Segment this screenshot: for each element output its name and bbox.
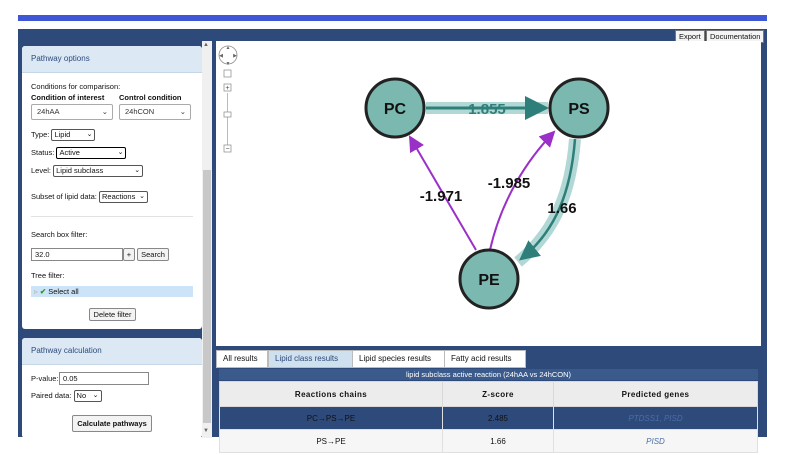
pvalue-label: P-value: (31, 374, 59, 383)
pathway-graph[interactable]: ▲ ▼ ◀ ▶ + − 1.855 1.66 -1.971 -1.985 PC (216, 41, 761, 346)
svg-text:▲: ▲ (226, 45, 231, 51)
subset-label: Subset of lipid data: (31, 191, 97, 201)
conditions-label: Conditions for comparison: (31, 82, 121, 91)
subset-value: Reactions (101, 192, 136, 201)
tree-item-select-all[interactable]: ▹ ✔ Select all (31, 286, 193, 297)
chevron-down-icon: ⌄ (86, 131, 93, 138)
interest-label: Condition of interest (31, 93, 105, 102)
tree-filter-label: Tree filter: (31, 271, 65, 280)
tab-lipid-class-results[interactable]: Lipid class results (268, 350, 354, 368)
add-button[interactable]: + (123, 248, 135, 261)
divider (31, 216, 193, 217)
cell-genes[interactable]: PTDSS1, PISD (553, 406, 758, 430)
type-select[interactable]: Lipid ⌄ (51, 129, 96, 141)
pathway-options-title: Pathway options (22, 46, 202, 73)
pathway-calculation-panel: Pathway calculation P-value: 0.05 Paired… (22, 338, 202, 438)
svg-text:▶: ▶ (233, 53, 237, 59)
type-value: Lipid (54, 130, 71, 139)
status-row: Status: Active ⌄ (31, 147, 127, 159)
level-label: Level: (31, 165, 52, 175)
paired-row: Paired data: No ⌄ (31, 390, 102, 402)
type-row: Type: Lipid ⌄ (31, 129, 96, 141)
interest-value: 24hAA (37, 107, 60, 116)
edge-label-pe-ps: -1.985 (488, 175, 531, 192)
cell-chain: PC→PS→PE (219, 406, 443, 430)
status-select[interactable]: Active ⌄ (56, 147, 127, 159)
type-label: Type: (31, 129, 50, 139)
search-button[interactable]: Search (137, 248, 169, 261)
column-header-zscore[interactable]: Z-score (442, 381, 554, 407)
level-value: Lipid subclass (56, 166, 104, 175)
fit-icon[interactable] (223, 69, 232, 78)
chevron-down-icon: ⌄ (179, 107, 186, 116)
node-pe-label: PE (478, 272, 500, 289)
chevron-down-icon: ⌄ (92, 392, 99, 399)
control-value: 24hCON (125, 107, 155, 116)
zoom-slider-handle[interactable] (223, 111, 232, 118)
tab-fatty-acid-results[interactable]: Fatty acid results (444, 350, 526, 368)
node-pe[interactable]: PE (458, 248, 520, 310)
edge-label-pe-pc: -1.971 (420, 188, 463, 205)
chevron-down-icon: ⌄ (101, 107, 108, 116)
table-caption: lipid subclass active reaction (24hAA vs… (219, 369, 758, 380)
delete-filter-button[interactable]: Delete filter (89, 308, 136, 321)
paired-select[interactable]: No ⌄ (73, 390, 102, 402)
scroll-up-icon[interactable]: ▲ (203, 42, 209, 48)
expand-icon[interactable]: ▹ (34, 287, 38, 296)
status-value: Active (59, 148, 80, 157)
tree-item-label: Select all (48, 287, 79, 296)
cell-genes[interactable]: PISD (553, 429, 758, 453)
cell-chain: PS→PE (219, 429, 443, 453)
chevron-down-icon: ⌄ (134, 167, 141, 174)
table-row[interactable]: PS→PE 1.66 PISD (219, 429, 758, 453)
level-row: Level: Lipid subclass ⌄ (31, 165, 144, 177)
svg-text:▼: ▼ (226, 61, 231, 67)
cell-zscore: 2.485 (442, 406, 554, 430)
search-label: Search box filter: (31, 230, 88, 239)
pathway-options-panel: Pathway options Conditions for compariso… (22, 46, 202, 329)
column-header-genes[interactable]: Predicted genes (553, 381, 758, 407)
node-pc[interactable]: PC (364, 77, 426, 139)
control-label: Control condition (119, 93, 182, 102)
results-table: Reactions chains Z-score Predicted genes… (219, 381, 758, 453)
node-ps-label: PS (568, 101, 590, 118)
subset-select[interactable]: Reactions ⌄ (98, 191, 148, 203)
status-label: Status: (31, 147, 55, 157)
search-input[interactable]: 32.0 (31, 248, 123, 261)
pan-control-icon[interactable]: ▲ ▼ ◀ ▶ (218, 45, 238, 67)
control-select[interactable]: 24hCON ⌄ (119, 104, 191, 120)
pvalue-input[interactable]: 0.05 (59, 372, 149, 385)
table-row[interactable]: PC→PS→PE 2.485 PTDSS1, PISD (219, 406, 758, 430)
top-accent-bar (18, 15, 767, 21)
edge-label-ps-pe: 1.66 (547, 200, 576, 217)
calculate-pathways-button[interactable]: Calculate pathways (72, 415, 152, 432)
check-icon: ✔ (39, 287, 47, 296)
svg-text:−: − (225, 146, 229, 153)
paired-value: No (76, 391, 87, 400)
pathway-calculation-title: Pathway calculation (22, 338, 202, 365)
svg-text:+: + (225, 85, 229, 92)
node-ps[interactable]: PS (548, 77, 610, 139)
column-header-chains[interactable]: Reactions chains (219, 381, 443, 407)
tab-lipid-species-results[interactable]: Lipid species results (352, 350, 446, 368)
edge-label-pc-ps: 1.855 (468, 101, 506, 118)
tab-all-results[interactable]: All results (216, 350, 268, 368)
interest-select[interactable]: 24hAA ⌄ (31, 104, 113, 120)
chevron-down-icon: ⌄ (139, 193, 145, 200)
scroll-down-icon[interactable]: ▼ (203, 428, 209, 434)
paired-label: Paired data: (31, 390, 72, 400)
graph-svg: ▲ ▼ ◀ ▶ + − 1.855 1.66 -1.971 -1.985 PC (218, 45, 610, 310)
level-select[interactable]: Lipid subclass ⌄ (53, 165, 144, 177)
subset-row: Subset of lipid data: Reactions ⌄ (31, 191, 148, 203)
node-pc-label: PC (384, 101, 407, 118)
cell-zscore: 1.66 (442, 429, 554, 453)
chevron-down-icon: ⌄ (117, 149, 124, 156)
sidebar-scroll-thumb[interactable] (203, 170, 211, 423)
svg-text:◀: ◀ (219, 53, 223, 59)
